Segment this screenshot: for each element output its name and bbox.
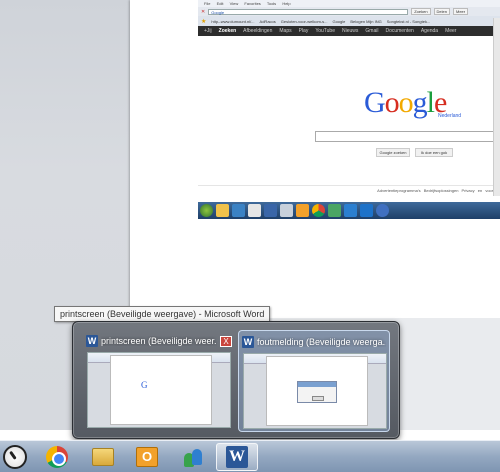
taskbar: O W [0, 440, 500, 472]
media-icon [248, 204, 261, 217]
favorite-link: Gesloten-voor-welkom-s... [280, 18, 328, 24]
google-bar-item: Agenda [420, 28, 439, 34]
messenger-icon [182, 447, 204, 467]
start-button[interactable] [0, 442, 30, 472]
screenshot-taskbar [198, 202, 500, 219]
browser-scrollbar [493, 18, 500, 196]
share-button: Delen [433, 8, 450, 15]
menu-help: Help [282, 1, 291, 6]
skype-icon [360, 204, 373, 217]
outlook-icon: O [136, 447, 158, 467]
menu-view: View [229, 1, 239, 6]
ie-icon [344, 204, 357, 217]
google-bar-item: Meer [445, 28, 457, 34]
word-icon: W [242, 336, 254, 348]
star-icon: ★ [201, 18, 207, 25]
outlook-icon [296, 204, 309, 217]
error-dialog-preview [297, 381, 337, 403]
favorite-link: Songtekst.nl - Songtek... [386, 18, 431, 24]
menu-favorites: Favorites [244, 1, 261, 6]
thumbnail-printscreen[interactable]: W printscreen (Beveiligde weer... X G [83, 330, 235, 432]
word-icon: W [86, 335, 98, 347]
feeling-lucky-button: Ik doe een gok [415, 148, 453, 157]
google-bar-item: +Jij [204, 28, 212, 34]
favorite-link: Belogen Mijn ING [350, 18, 382, 24]
taskbar-word[interactable]: W [216, 443, 258, 471]
pasted-browser-screenshot: File Edit View Favorites Tools Help ✕ Go… [198, 0, 500, 222]
favorite-link: AdRacos [259, 18, 276, 24]
menu-file: File [204, 1, 211, 6]
chrome-icon [312, 204, 325, 217]
browser-menu-bar: File Edit View Favorites Tools Help [198, 0, 500, 7]
google-footer: Advertentieprogramma's Bedrijfsoplossing… [198, 185, 500, 195]
messenger-icon [328, 204, 341, 217]
google-locale-label: Nederland [438, 113, 462, 119]
start-icon [200, 204, 213, 217]
google-bar-item: YouTube [315, 28, 335, 34]
browser-address-bar: ✕ Google Zoeken Delen Meer [198, 7, 500, 16]
thumbnail-preview: G [87, 352, 231, 428]
chrome-icon [46, 446, 68, 468]
google-bar-item: Documenten [385, 28, 414, 34]
taskbar-explorer[interactable] [82, 443, 124, 471]
thumbnail-preview [243, 353, 387, 429]
google-bar-item: Nieuws [342, 28, 359, 34]
thumbnail-title: foutmelding (Beveiligde weerga... [257, 337, 386, 347]
favorite-link: Google [332, 18, 346, 24]
ie-icon [232, 204, 245, 217]
thumbnail-foutmelding[interactable]: W foutmelding (Beveiligde weerga... [238, 330, 390, 432]
more-button: Meer [453, 8, 469, 15]
word-icon: W [226, 446, 248, 468]
menu-edit: Edit [216, 1, 224, 6]
close-icon: ✕ [201, 8, 206, 15]
favorite-link: http--www.dumount.nl/... [211, 18, 255, 24]
start-orb-icon [3, 445, 27, 469]
taskbar-chrome[interactable] [36, 443, 78, 471]
google-bar-item: Play [298, 28, 309, 34]
google-bar: +Jij Zoeken Afbeeldingen Maps Play YouTube Nie… [198, 26, 500, 36]
search-button: Zoeken [411, 8, 431, 15]
taskbar-messenger[interactable] [172, 443, 214, 471]
word-icon [264, 204, 277, 217]
thumbnail-title: printscreen (Beveiligde weer... [101, 336, 217, 346]
window-tooltip: printscreen (Beveiligde weergave) - Micr… [54, 306, 271, 322]
address-input: Google [208, 8, 409, 15]
google-search-input [315, 131, 500, 142]
google-bar-item: Zoeken [218, 28, 237, 34]
menu-tools: Tools [266, 1, 277, 6]
taskbar-outlook[interactable]: O [126, 443, 168, 471]
folder-icon [92, 448, 114, 466]
folder-icon [216, 204, 229, 217]
close-icon[interactable]: X [220, 335, 232, 347]
google-bar-item: Maps [279, 28, 292, 34]
google-logo: G [141, 380, 148, 390]
google-search-button: Google zoeken [376, 148, 410, 157]
window-icon [280, 204, 293, 217]
favorites-bar: ★ http--www.dumount.nl/... AdRacos Geslo… [198, 16, 500, 26]
google-bar-item: Gmail [365, 28, 379, 34]
help-icon [376, 204, 389, 217]
google-bar-item: Afbeeldingen [243, 28, 273, 34]
taskbar-thumbnail-popup: W printscreen (Beveiligde weer... X G W … [72, 321, 400, 439]
